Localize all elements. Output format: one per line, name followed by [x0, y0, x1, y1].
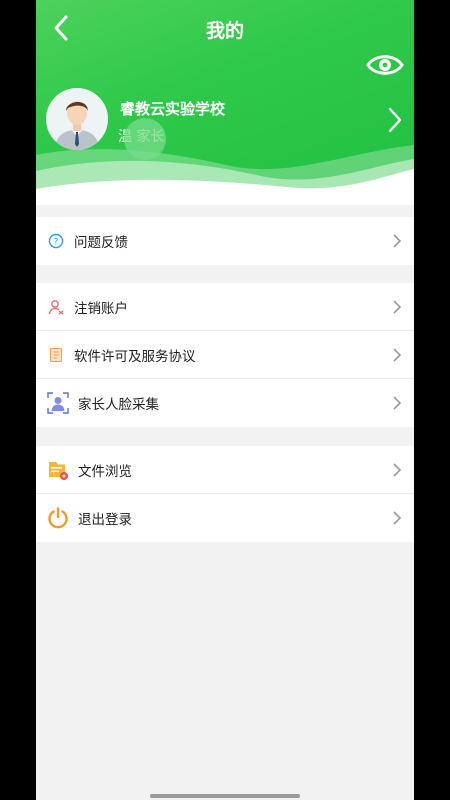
menu-group-feedback: ? 问题反馈 [36, 217, 414, 265]
avatar-person-icon [46, 88, 108, 150]
menu-item-file-browser[interactable]: 文件浏览 [36, 446, 414, 494]
menu-group-account: 注销账户 软件许可及服务协议 家长人脸采集 [36, 283, 414, 427]
menu-item-license[interactable]: 软件许可及服务协议 [36, 331, 414, 379]
profile-header: 我的 睿教云实验学校 温 家长 [36, 0, 414, 205]
avatar[interactable] [46, 88, 108, 150]
svg-text:?: ? [54, 238, 59, 248]
chevron-right-icon [393, 300, 402, 314]
menu-item-label: 文件浏览 [78, 463, 132, 480]
screen: 我的 睿教云实验学校 温 家长 [36, 0, 414, 800]
home-indicator[interactable] [150, 794, 300, 798]
chevron-right-icon [388, 107, 402, 133]
profile-detail-button[interactable] [386, 106, 404, 134]
menu-item-label: 问题反馈 [74, 235, 128, 251]
header-wave [36, 145, 414, 205]
menu-item-label: 软件许可及服务协议 [74, 348, 196, 365]
menu-item-delete-account[interactable]: 注销账户 [36, 283, 414, 331]
toggle-visibility-button[interactable] [366, 50, 404, 80]
face-capture-icon [46, 391, 70, 415]
menu-item-label: 家长人脸采集 [78, 397, 159, 413]
chevron-right-icon [393, 234, 402, 248]
question-circle-icon: ? [46, 231, 66, 251]
chevron-right-icon [393, 463, 402, 477]
chevron-right-icon [393, 348, 402, 362]
chevron-right-icon [393, 396, 402, 410]
menu-item-face-capture[interactable]: 家长人脸采集 [36, 379, 414, 427]
folder-icon [46, 458, 70, 482]
eye-icon [366, 55, 404, 75]
chevron-right-icon [393, 511, 402, 525]
menu-item-feedback[interactable]: ? 问题反馈 [36, 217, 414, 265]
menu-item-label: 注销账户 [74, 300, 128, 317]
document-icon [46, 345, 66, 365]
menu-item-logout[interactable]: 退出登录 [36, 494, 414, 542]
menu-group-system: 文件浏览 退出登录 [36, 446, 414, 542]
redaction-blur [124, 118, 166, 160]
user-remove-icon [46, 297, 66, 317]
page-title: 我的 [205, 20, 244, 42]
school-name: 睿教云实验学校 [120, 100, 226, 118]
menu-item-label: 退出登录 [78, 512, 132, 528]
power-icon [46, 506, 70, 530]
